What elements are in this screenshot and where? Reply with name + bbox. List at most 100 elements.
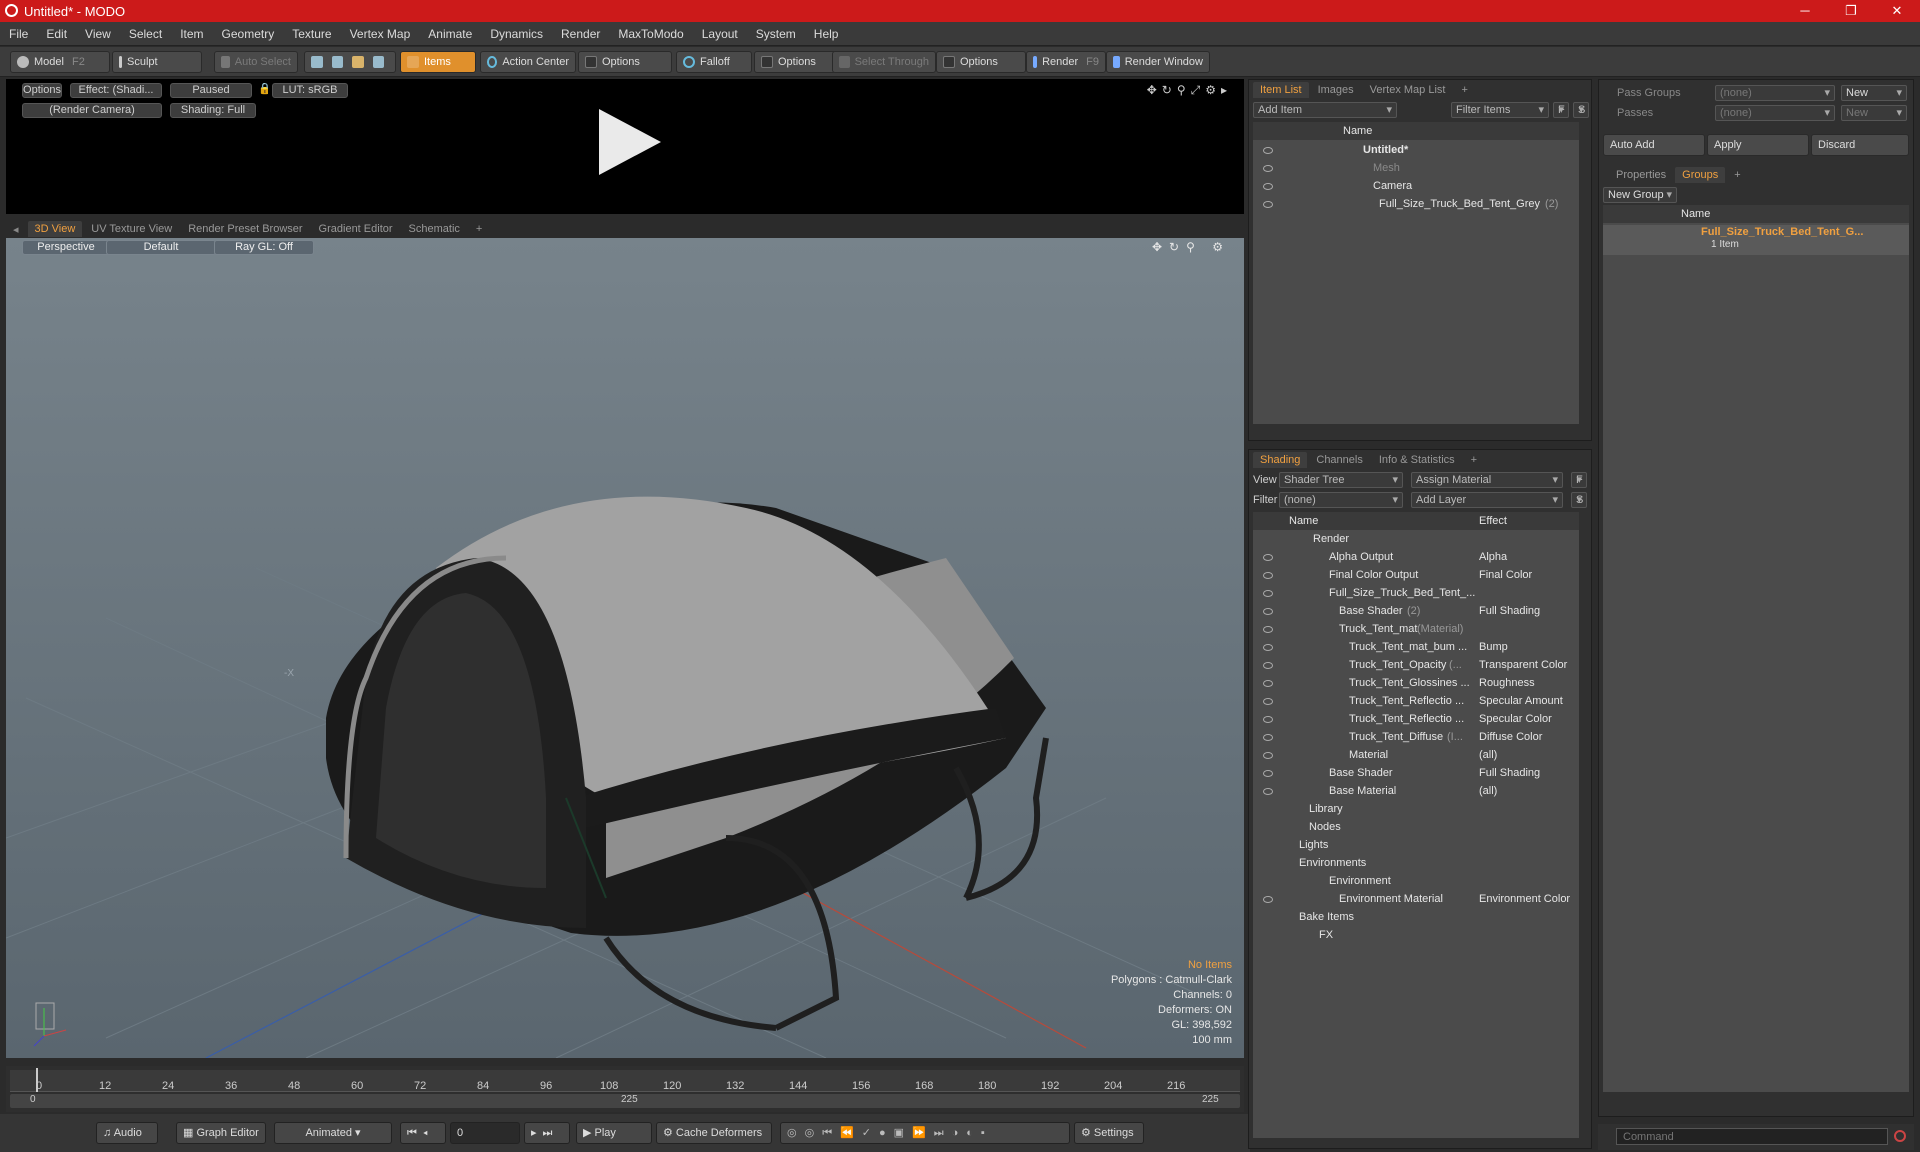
timeline[interactable]: 0 12 24 36 48 60 72 84 96 108 120 132 14…	[6, 1066, 1244, 1112]
menu-animate[interactable]: Animate	[419, 27, 481, 41]
tab-item-list[interactable]: Item List	[1253, 82, 1309, 98]
visibility-icon[interactable]	[1263, 662, 1273, 669]
visibility-icon[interactable]	[1263, 788, 1273, 795]
add-item-dropdown[interactable]: Add Item	[1253, 102, 1397, 118]
shader-tree[interactable]: Name Effect Render Alpha Output Alpha Fina…	[1253, 512, 1579, 1138]
menu-file[interactable]: File	[0, 27, 37, 41]
shader-row-environment[interactable]: Environment	[1253, 872, 1579, 890]
frame-input[interactable]: 0	[450, 1122, 520, 1144]
effect-dropdown[interactable]: Bump	[1479, 638, 1508, 656]
effect-dropdown[interactable]: Full Shading	[1479, 602, 1540, 620]
tab-shading[interactable]: Shading	[1253, 452, 1308, 468]
visibility-icon[interactable]	[1263, 626, 1273, 633]
auto-select-button[interactable]: Auto Select	[214, 51, 298, 73]
falloff-options-button[interactable]: Options	[754, 51, 836, 73]
visibility-icon[interactable]	[1263, 770, 1273, 777]
visibility-icon[interactable]	[1263, 147, 1273, 154]
item-row-mesh[interactable]: Mesh	[1253, 159, 1579, 177]
tab-images[interactable]: Images	[1311, 82, 1361, 98]
tab-gradient-editor[interactable]: Gradient Editor	[312, 221, 400, 237]
vertices-icon[interactable]	[311, 56, 323, 68]
3d-viewport[interactable]: Perspective Default Ray GL: Off ✥↻⚲ ⚙ -X…	[6, 238, 1244, 1058]
record-icon[interactable]	[1894, 1130, 1906, 1142]
shader-row-glossiness[interactable]: Truck_Tent_Glossines ... Roughness	[1253, 674, 1579, 692]
menu-layout[interactable]: Layout	[693, 27, 747, 41]
item-row-camera[interactable]: Camera	[1253, 177, 1579, 195]
effect-dropdown[interactable]: Transparent Color	[1479, 656, 1567, 674]
minimize-button[interactable]: ─	[1782, 0, 1828, 22]
render-view-controls[interactable]: ✥↻⚲⤢⚙▸	[1147, 83, 1232, 98]
materials-icon[interactable]	[372, 56, 384, 68]
action-center-button[interactable]: Action Center	[480, 51, 576, 73]
effect-dropdown[interactable]: (all)	[1479, 782, 1497, 800]
shader-row-material[interactable]: Material (all)	[1253, 746, 1579, 764]
effect-dropdown[interactable]: Environment Color	[1479, 890, 1570, 908]
visibility-icon[interactable]	[1263, 644, 1273, 651]
assign-material-dropdown[interactable]: Assign Material	[1411, 472, 1563, 488]
render-options-button[interactable]: Options	[22, 83, 62, 98]
skip-back-buttons[interactable]: ⏮◂	[400, 1122, 446, 1144]
add-tab-button[interactable]: +	[1454, 82, 1474, 98]
shader-row-environments[interactable]: Environments	[1253, 854, 1579, 872]
visibility-icon[interactable]	[1263, 572, 1273, 579]
auto-add-button[interactable]: Auto Add	[1603, 134, 1705, 156]
shader-row-bump[interactable]: Truck_Tent_mat_bum ... Bump	[1253, 638, 1579, 656]
discard-button[interactable]: Discard	[1811, 134, 1909, 156]
shader-row-base-shader-2[interactable]: Base Shader Full Shading	[1253, 764, 1579, 782]
shader-row-tent-mat[interactable]: Truck_Tent_mat (Material)	[1253, 620, 1579, 638]
effect-dropdown[interactable]: Effect: (Shadi...	[70, 83, 162, 98]
tab-info-statistics[interactable]: Info & Statistics	[1372, 452, 1462, 468]
visibility-icon[interactable]	[1263, 734, 1273, 741]
graph-editor-button[interactable]: ▦ Graph Editor	[176, 1122, 266, 1144]
effect-dropdown[interactable]: Specular Amount	[1479, 692, 1563, 710]
visibility-icon[interactable]	[1263, 608, 1273, 615]
paused-button[interactable]: Paused	[170, 83, 252, 98]
skip-forward-buttons[interactable]: ▸⏭	[524, 1122, 570, 1144]
menu-edit[interactable]: Edit	[37, 27, 76, 41]
maximize-button[interactable]: ❐	[1828, 0, 1874, 22]
play-button[interactable]: ▶ Play	[576, 1122, 652, 1144]
shader-row-reflection-amount[interactable]: Truck_Tent_Reflectio ... Specular Amount	[1253, 692, 1579, 710]
falloff-button[interactable]: Falloff	[676, 51, 752, 73]
passes-dropdown[interactable]: (none)	[1715, 105, 1835, 121]
menu-system[interactable]: System	[747, 27, 805, 41]
render-camera-dropdown[interactable]: (Render Camera)	[22, 103, 162, 118]
effect-dropdown[interactable]: Specular Color	[1479, 710, 1552, 728]
effect-dropdown[interactable]: Full Shading	[1479, 764, 1540, 782]
select-through-options-button[interactable]: Options	[936, 51, 1026, 73]
visibility-icon[interactable]	[1263, 680, 1273, 687]
menu-texture[interactable]: Texture	[283, 27, 340, 41]
render-button[interactable]: Render F9	[1026, 51, 1106, 73]
shader-row-bake-items[interactable]: Bake Items	[1253, 908, 1579, 926]
menu-select[interactable]: Select	[120, 27, 171, 41]
s-button[interactable]: S	[1571, 492, 1587, 508]
new-group-button[interactable]: New Group	[1603, 187, 1677, 203]
key-controls[interactable]: ◎◎⏮⏪✓●▣⏩⏭◑◐▪	[780, 1122, 1070, 1144]
sculpt-mode-button[interactable]: Sculpt	[112, 51, 202, 73]
visibility-icon[interactable]	[1263, 590, 1273, 597]
view-dropdown[interactable]: Shader Tree	[1279, 472, 1403, 488]
lut-dropdown[interactable]: LUT: sRGB	[272, 83, 348, 98]
new-pass-button[interactable]: New	[1841, 105, 1907, 121]
tab-3d-view[interactable]: 3D View	[27, 221, 83, 237]
menu-view[interactable]: View	[76, 27, 120, 41]
tab-properties[interactable]: Properties	[1609, 167, 1673, 183]
visibility-icon[interactable]	[1263, 554, 1273, 561]
effect-dropdown[interactable]: Alpha	[1479, 548, 1507, 566]
visibility-icon[interactable]	[1263, 201, 1273, 208]
visibility-icon[interactable]	[1263, 698, 1273, 705]
polygons-icon[interactable]	[352, 56, 364, 68]
shader-row-environment-material[interactable]: Environment Material Environment Color	[1253, 890, 1579, 908]
shader-row-final-color[interactable]: Final Color Output Final Color	[1253, 566, 1579, 584]
f-button[interactable]: F	[1553, 102, 1569, 118]
item-list[interactable]: Name Untitled* Mesh Camera Full_Size_Tru…	[1253, 122, 1579, 424]
visibility-icon[interactable]	[1263, 165, 1273, 172]
groups-list[interactable]: Name Full_Size_Truck_Bed_Tent_G... 1 Item	[1603, 205, 1909, 1092]
panel-menu-icon[interactable]: ◂	[6, 221, 26, 238]
tab-channels[interactable]: Channels	[1309, 452, 1369, 468]
settings-button[interactable]: ⚙ Settings	[1074, 1122, 1144, 1144]
visibility-icon[interactable]	[1263, 183, 1273, 190]
item-row-scene[interactable]: Untitled*	[1253, 141, 1579, 159]
s-button[interactable]: S	[1573, 102, 1589, 118]
play-render-icon[interactable]	[599, 109, 661, 175]
